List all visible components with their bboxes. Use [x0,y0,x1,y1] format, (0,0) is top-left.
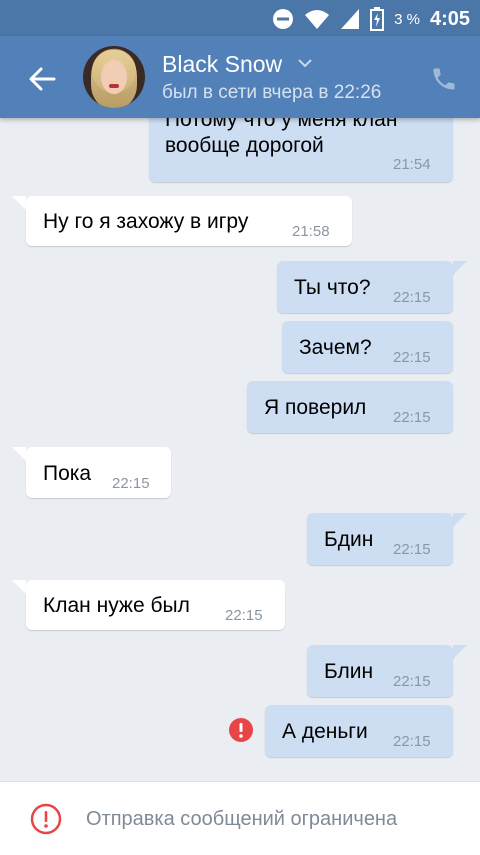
battery-icon [370,7,385,31]
message-text: Блин [324,660,374,683]
message-time: 22:15 [393,673,431,690]
battery-percent: 3 % [394,10,420,28]
message-text: Потому что у меня клан [165,118,398,131]
message-time: 22:15 [112,475,150,492]
message-text: Бдин [324,528,374,551]
bubble-tail [453,645,467,659]
message-time: 22:15 [393,409,431,426]
message-outgoing[interactable]: Я поверил 22:15 [247,381,453,433]
bubble-tail [12,196,26,210]
wifi-icon [305,10,330,29]
message-text: Я поверил [264,396,367,419]
avatar-lips [109,84,119,88]
message-incoming[interactable]: Пока 22:15 [26,447,171,498]
message-outgoing[interactable]: Зачем? 22:15 [282,321,453,373]
phone-icon[interactable] [430,65,458,93]
message-time: 22:15 [393,733,431,750]
avatar-face [101,60,127,94]
chat-header: Black Snow был в сети вчера в 22:26 [0,36,480,118]
message-time: 22:15 [225,607,263,624]
do-not-disturb-icon [273,9,294,29]
status-icons: 3 % 4:05 [272,7,470,31]
signal-icon [341,9,360,29]
message-text: Ну го я захожу в игру [43,210,249,233]
message-outgoing[interactable]: А деньги 22:15 [265,705,453,757]
message-time: 22:15 [393,289,431,306]
message-outgoing[interactable]: Ты что? 22:15 [277,261,453,313]
bubble-tail [12,447,26,461]
message-time: 21:54 [393,156,431,173]
clock: 4:05 [429,7,470,30]
message-text: Пока [43,462,92,485]
message-text: А деньги [282,720,368,743]
bubble-tail [12,580,26,594]
bubble-tail [453,261,467,275]
alert-circle-icon [30,803,62,835]
message-text: Зачем? [299,336,372,359]
bubble-tail [453,513,467,527]
message-outgoing[interactable]: Бдин 22:15 [307,513,453,565]
message-text: Ты что? [294,276,371,299]
last-seen-status: был в сети вчера в 22:26 [162,82,382,103]
message-list[interactable]: Потому что у меня клан вообще дорогой 21… [0,118,480,781]
message-outgoing[interactable]: Потому что у меня клан вообще дорогой 21… [149,118,453,182]
status-bar: 3 % 4:05 [0,0,480,36]
message-time: 22:15 [393,541,431,558]
avatar[interactable] [83,46,145,108]
chevron-down-icon[interactable] [297,58,313,68]
message-time: 21:58 [292,223,330,240]
back-arrow-icon[interactable] [26,63,58,95]
message-incoming[interactable]: Клан нуже был 22:15 [26,580,285,630]
restriction-notice: Отправка сообщений ограничена [86,808,398,830]
send-error-icon[interactable] [229,718,253,742]
contact-name[interactable]: Black Snow [162,51,282,78]
message-text: Клан нуже был [43,594,190,617]
message-text: вообще дорогой [165,134,324,157]
message-incoming[interactable]: Ну го я захожу в игру 21:58 [26,196,352,246]
messaging-restricted-bar: Отправка сообщений ограничена [0,781,480,855]
message-outgoing[interactable]: Блин 22:15 [307,645,453,697]
message-time: 22:15 [393,349,431,366]
